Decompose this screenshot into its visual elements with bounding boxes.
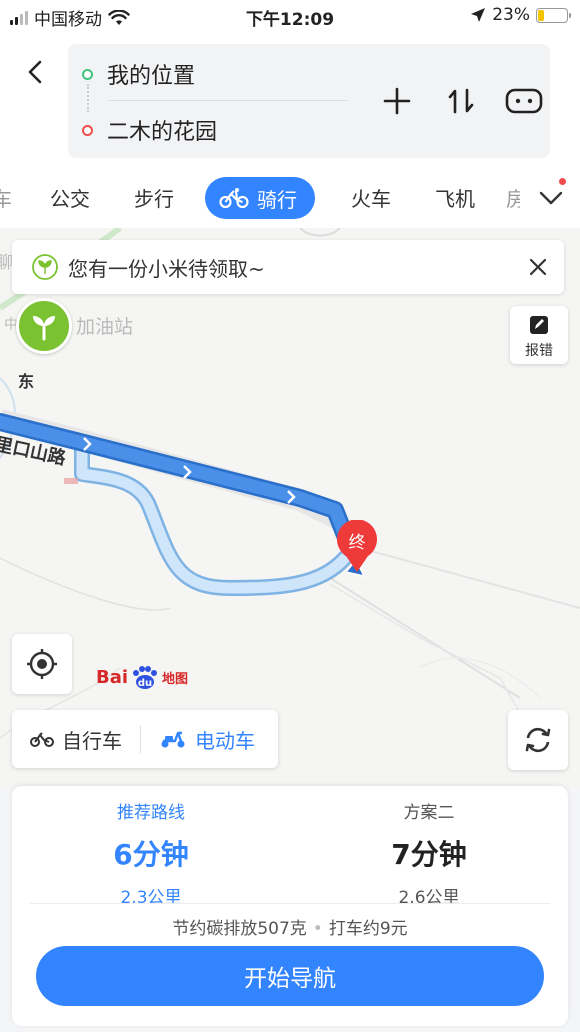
battery-icon (536, 7, 571, 23)
plan-name: 推荐路线 (117, 803, 185, 823)
route-input-box: 我的位置 二木的花园 (68, 44, 550, 158)
savings-info: 节约碳排放507克 • 打车约9元 (172, 919, 408, 939)
notification-dot (559, 178, 566, 185)
tab-cycling-label: 骑行 (257, 187, 297, 212)
taxi-estimate: 打车约9元 (328, 919, 408, 939)
baidu-map-logo: Bai du 地图 (96, 664, 188, 690)
route-plans-card: 推荐路线 6分钟 2.3公里 方案二 7分钟 2.6公里 节约碳排放507克 • 打… (12, 786, 568, 1026)
start-navigation-button[interactable]: 开始导航 (36, 946, 544, 1006)
route-header: 我的位置 二木的花园 (0, 34, 580, 168)
route-connector (87, 84, 89, 112)
map-label-east: 东 (18, 372, 35, 391)
banner-text: 您有一份小米待领取~ (68, 256, 265, 281)
report-error-button[interactable]: 报错 (510, 306, 568, 364)
plan-recommended[interactable]: 推荐路线 6分钟 2.3公里 (12, 794, 290, 908)
plan-alternative[interactable]: 方案二 7分钟 2.6公里 (290, 794, 568, 908)
map-label-gas-station: 加油站 (76, 316, 134, 338)
report-error-label: 报错 (525, 343, 553, 359)
robot-icon[interactable] (504, 84, 544, 118)
back-icon[interactable] (20, 56, 52, 88)
end-marker[interactable]: 终 (334, 519, 380, 578)
plan-name: 方案二 (403, 803, 455, 823)
start-location-label: 我的位置 (107, 64, 196, 89)
ebike-label: 电动车 (195, 728, 255, 753)
plan-time: 7分钟 (391, 838, 467, 871)
bicycle-icon (30, 732, 54, 747)
paw-icon: du (133, 666, 158, 689)
tab-bus[interactable]: 公交 (50, 183, 90, 212)
carbon-savings: 节约碳排放507克 (172, 919, 307, 939)
svg-text:du: du (138, 678, 152, 689)
sprout-icon (33, 316, 55, 341)
swap-icon[interactable] (444, 84, 478, 118)
sprout-marker[interactable] (16, 298, 72, 354)
refresh-icon (525, 727, 551, 753)
destination-pin-icon: 终 (337, 519, 377, 572)
reward-banner[interactable]: 您有一份小米待领取~ (12, 240, 564, 294)
plan-distance: 2.6公里 (398, 888, 460, 908)
start-dot-icon (82, 68, 93, 80)
end-marker-label: 终 (349, 533, 366, 553)
edit-icon (530, 316, 548, 334)
tab-cycling[interactable]: 骑行 (205, 177, 315, 219)
bicycle-option[interactable]: 自行车 (12, 710, 140, 768)
status-bar: 中国移动 下午12:09 23% (0, 0, 580, 34)
vehicle-selector: 自行车 电动车 (12, 710, 278, 768)
battery-percent: 23% (492, 5, 530, 25)
start-location-field[interactable]: 我的位置 (82, 58, 195, 90)
plan-time: 6分钟 (113, 838, 189, 871)
bicycle-icon (219, 188, 249, 209)
tab-car[interactable]: 车 (0, 183, 12, 212)
tab-flight[interactable]: 飞机 (435, 183, 475, 212)
plan-distance: 2.3公里 (120, 888, 182, 908)
location-arrow-icon (471, 8, 486, 22)
ebike-option[interactable]: 电动车 (141, 710, 273, 768)
divider (108, 100, 348, 101)
chevron-down-icon[interactable] (536, 182, 566, 212)
end-dot-icon (82, 124, 93, 136)
scooter-icon (161, 731, 185, 748)
tab-walk[interactable]: 步行 (134, 183, 174, 212)
transport-mode-tabs: 车 公交 步行 骑行 火车 飞机 房 (0, 168, 580, 228)
map-label-partial: 聊 (0, 253, 13, 273)
divider (30, 903, 550, 904)
locate-button[interactable] (12, 634, 72, 694)
target-icon (27, 649, 57, 679)
map-view[interactable]: 您有一份小米待领取~ 聊 中国 加油站 东 里口山路 报错 终 (0, 228, 580, 788)
bicycle-label: 自行车 (62, 728, 122, 753)
tab-train[interactable]: 火车 (351, 183, 391, 212)
end-location-field[interactable]: 二木的花园 (82, 114, 217, 146)
tab-more-partial[interactable]: 房 (506, 183, 520, 212)
end-location-label: 二木的花园 (107, 120, 218, 145)
add-waypoint-icon[interactable] (380, 84, 414, 118)
close-icon[interactable] (526, 255, 550, 279)
refresh-button[interactable] (508, 710, 568, 770)
sprout-icon (32, 254, 58, 280)
